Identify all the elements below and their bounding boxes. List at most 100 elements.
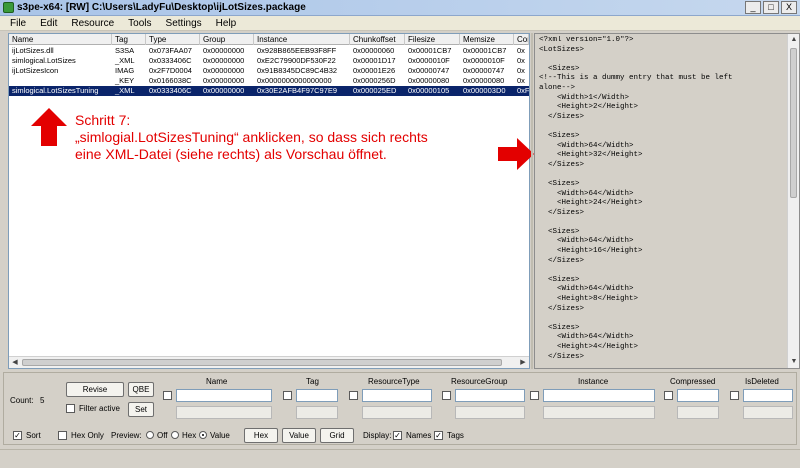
cell-group: 0x00000000 bbox=[203, 86, 245, 95]
cell-name: ijLotSizesIcon bbox=[12, 66, 59, 75]
instance-filter-checkbox[interactable] bbox=[530, 391, 539, 400]
cell-instance: 0x928B865EEB93F8FF bbox=[257, 46, 337, 55]
column-header-memsize[interactable]: Memsize bbox=[460, 34, 514, 45]
cell-instance: 0x0000000000000000 bbox=[257, 76, 332, 85]
name-filter-checkbox[interactable] bbox=[163, 391, 172, 400]
field-header-compressed: Compressed bbox=[670, 377, 716, 386]
cell-memsize: 0x00000080 bbox=[463, 76, 505, 85]
xml-line: <Height>16</Height> bbox=[539, 247, 643, 256]
filter-panel: Count: 5 Revise QBE Filter active Set Na… bbox=[3, 372, 797, 445]
cell-tag: _XML bbox=[115, 56, 135, 65]
scrollbar-thumb[interactable] bbox=[790, 48, 797, 198]
scrollbar-thumb[interactable] bbox=[22, 359, 502, 366]
xml-line: <Width>64</Width> bbox=[539, 141, 634, 150]
preview-label: Preview: bbox=[111, 431, 142, 440]
grid-button[interactable]: Grid bbox=[320, 428, 354, 443]
xml-line: <Height>24</Height> bbox=[539, 199, 643, 208]
field-header-tag: Tag bbox=[306, 377, 319, 386]
revise-button[interactable]: Revise bbox=[66, 382, 124, 397]
menu-settings[interactable]: Settings bbox=[166, 18, 202, 29]
preview-value-radio[interactable] bbox=[199, 431, 207, 439]
menu-tools[interactable]: Tools bbox=[128, 18, 151, 29]
scroll-down-icon[interactable]: ▼ bbox=[788, 356, 800, 368]
xml-line bbox=[539, 314, 787, 324]
resourcetype-filter-checkbox[interactable] bbox=[349, 391, 358, 400]
table-row[interactable]: simlogical.LotSizes _XML 0x0333406C 0x00000… bbox=[9, 56, 529, 66]
column-header-chunkoffset[interactable]: Chunkoffset bbox=[350, 34, 405, 45]
cell-group: 0x00000000 bbox=[203, 46, 245, 55]
isdeleted-filter-checkbox[interactable] bbox=[730, 391, 739, 400]
cell-tag: IMAG bbox=[115, 66, 135, 75]
xml-preview-text[interactable]: <?xml version="1.0"?> <LotSizes> <Sizes> <… bbox=[537, 36, 787, 366]
menu-edit[interactable]: Edit bbox=[40, 18, 57, 29]
field-header-name: Name bbox=[206, 377, 228, 386]
resourcegroup-filter-input[interactable] bbox=[455, 389, 525, 402]
column-header-compressed[interactable]: Cor bbox=[514, 34, 529, 45]
table-row[interactable]: ijLotSizes.dll S3SA 0x073FAA07 0x00000000 0x… bbox=[9, 46, 529, 56]
column-header-type[interactable]: Type bbox=[146, 34, 200, 45]
tags-label: Tags bbox=[447, 431, 464, 440]
value-button[interactable]: Value bbox=[282, 428, 316, 443]
cell-tag: _XML bbox=[115, 86, 135, 95]
column-header-group[interactable]: Group bbox=[200, 34, 254, 45]
window-controls: _ □ X bbox=[745, 1, 797, 14]
cell-tag: _KEY bbox=[115, 76, 135, 85]
sort-checkbox[interactable]: ✓ bbox=[13, 431, 22, 440]
column-header-filesize[interactable]: Filesize bbox=[405, 34, 460, 45]
tag-filter-input[interactable] bbox=[296, 389, 338, 402]
xml-line: </Sizes> bbox=[539, 352, 585, 361]
preview-hex-radio[interactable] bbox=[171, 431, 179, 439]
column-header-tag[interactable]: Tag bbox=[112, 34, 146, 45]
annotation-line-3: eine XML-Datei (siehe rechts) als Vorsch… bbox=[75, 146, 387, 162]
qbe-button[interactable]: QBE bbox=[128, 382, 154, 397]
cell-name: simlogical.LotSizes bbox=[12, 56, 76, 65]
xml-line bbox=[539, 266, 787, 276]
filter-active-checkbox[interactable] bbox=[66, 404, 75, 413]
close-button[interactable]: X bbox=[781, 1, 797, 14]
table-row[interactable]: _KEY 0x0166038C 0x00000000 0x00000000000000… bbox=[9, 76, 529, 86]
column-header-instance[interactable]: Instance bbox=[254, 34, 350, 45]
menu-bar: File Edit Resource Tools Settings Help bbox=[0, 16, 800, 31]
isdeleted-filter-input[interactable] bbox=[743, 389, 793, 402]
count-value: 5 bbox=[40, 396, 45, 405]
scroll-right-icon[interactable]: ▶ bbox=[517, 357, 529, 368]
minimize-button[interactable]: _ bbox=[745, 1, 761, 14]
compressed-filter-checkbox[interactable] bbox=[664, 391, 673, 400]
cell-filesize: 0x00001CB7 bbox=[408, 46, 452, 55]
panel-splitter[interactable] bbox=[531, 33, 533, 369]
cell-compressed: 0x bbox=[517, 46, 525, 55]
names-checkbox[interactable]: ✓ bbox=[393, 431, 402, 440]
xml-line bbox=[539, 122, 787, 132]
horizontal-scrollbar[interactable]: ◀ ▶ bbox=[9, 356, 529, 368]
set-button[interactable]: Set bbox=[128, 402, 154, 417]
cell-instance: 0x30E2AFB4F97C97E9 bbox=[257, 86, 338, 95]
hex-button[interactable]: Hex bbox=[244, 428, 278, 443]
name-filter-input[interactable] bbox=[176, 389, 272, 402]
xml-line: <Width>64</Width> bbox=[539, 285, 634, 294]
preview-off-radio[interactable] bbox=[146, 431, 154, 439]
cell-compressed: 0x bbox=[517, 66, 525, 75]
resourcegroup-filter-checkbox[interactable] bbox=[442, 391, 451, 400]
filter-active-label: Filter active bbox=[79, 404, 120, 413]
table-row[interactable]: ijLotSizesIcon IMAG 0x2F7D0004 0x00000000 0x… bbox=[9, 66, 529, 76]
column-header-name[interactable]: Name bbox=[9, 34, 112, 45]
menu-file[interactable]: File bbox=[10, 18, 26, 29]
resourcetype-filter-input[interactable] bbox=[362, 389, 432, 402]
cell-memsize: 0x00000747 bbox=[463, 66, 505, 75]
tag-filter-checkbox[interactable] bbox=[283, 391, 292, 400]
maximize-button[interactable]: □ bbox=[763, 1, 779, 14]
scroll-left-icon[interactable]: ◀ bbox=[9, 357, 21, 368]
compressed-filter-input[interactable] bbox=[677, 389, 719, 402]
menu-help[interactable]: Help bbox=[216, 18, 237, 29]
table-body: ijLotSizes.dll S3SA 0x073FAA07 0x00000000 0x… bbox=[9, 46, 529, 96]
cell-type: 0x073FAA07 bbox=[149, 46, 192, 55]
instance-filter-input[interactable] bbox=[543, 389, 655, 402]
tags-checkbox[interactable]: ✓ bbox=[434, 431, 443, 440]
table-row[interactable]: simlogical.LotSizesTuning _XML 0x0333406C 0… bbox=[9, 86, 529, 96]
menu-resource[interactable]: Resource bbox=[71, 18, 114, 29]
hex-only-checkbox[interactable] bbox=[58, 431, 67, 440]
xml-line: <Sizes> bbox=[539, 275, 580, 284]
scroll-up-icon[interactable]: ▲ bbox=[788, 34, 800, 46]
xml-line: <?xml version="1.0"?> bbox=[539, 36, 634, 44]
vertical-scrollbar[interactable]: ▲ ▼ bbox=[787, 34, 799, 368]
